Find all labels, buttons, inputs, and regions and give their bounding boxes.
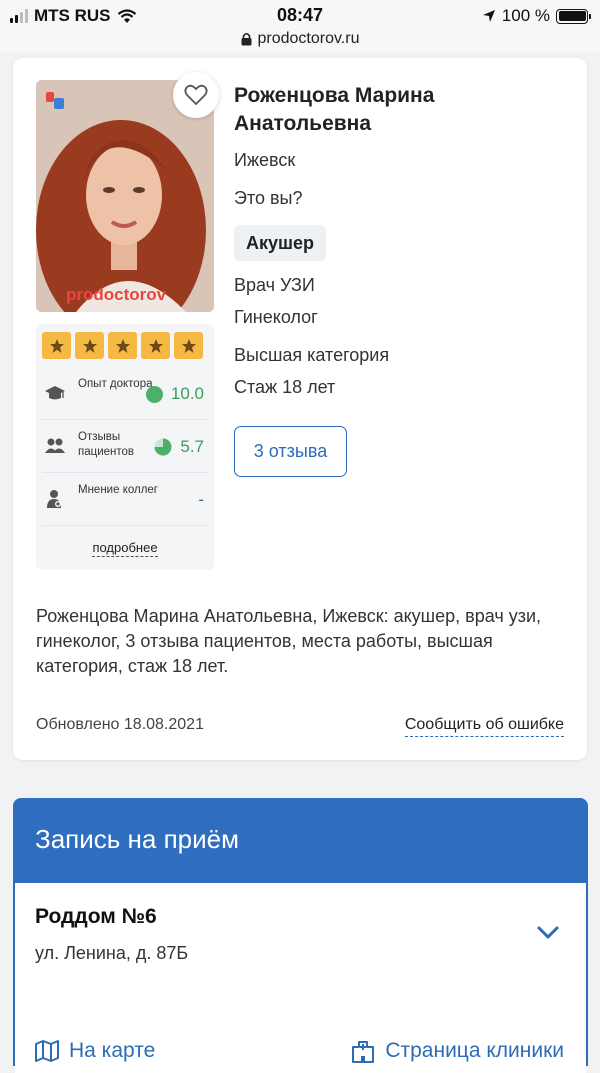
- more-details-link[interactable]: подробнее: [36, 540, 214, 557]
- chevron-down-icon[interactable]: [536, 925, 560, 941]
- hospital-icon: [352, 1041, 375, 1063]
- metric-value: 5.7: [154, 437, 204, 457]
- people-icon: [45, 438, 65, 453]
- report-error-link[interactable]: Сообщить об ошибке: [404, 716, 564, 737]
- star-icon: [108, 332, 137, 359]
- clinic-name: Роддом №6: [35, 905, 157, 928]
- experience-score: 10.0: [170, 384, 204, 403]
- star-icon: [42, 332, 71, 359]
- specialty-item[interactable]: Гинеколог: [234, 307, 318, 328]
- metric-label: Мнение коллег: [78, 484, 159, 496]
- url-text: prodoctorov.ru: [257, 30, 360, 47]
- metric-value: 10.0: [145, 384, 204, 404]
- pie-score-icon: [154, 438, 172, 456]
- status-right: 100 %: [482, 6, 591, 26]
- location-arrow-icon: [482, 10, 495, 22]
- doctor-icon: [47, 490, 61, 508]
- appointment-title: Запись на приём: [35, 824, 239, 854]
- star-icon: [75, 332, 104, 359]
- doctor-city: Ижевск: [234, 150, 296, 170]
- specialty-badge[interactable]: Акушер: [234, 225, 327, 261]
- rating-panel: Опыт доктора 10.0 Отзывы пациентов 5.7 М…: [36, 324, 214, 570]
- doctor-description: Роженцова Марина Анатольевна, Ижевск: ак…: [36, 606, 542, 676]
- updated-date: Обновлено 18.08.2021: [36, 716, 204, 733]
- metric-label: Отзывы пациентов: [78, 431, 135, 458]
- metric-value: -: [198, 490, 204, 510]
- metric-row-experience: Опыт доктора 10.0: [42, 367, 208, 420]
- map-link[interactable]: На карте: [35, 1039, 155, 1063]
- battery-percent: 100 %: [501, 6, 550, 25]
- reviews-score: 5.7: [180, 437, 204, 456]
- status-bar: MTS RUS 08:47 100 %: [0, 0, 600, 30]
- favorite-button[interactable]: [173, 72, 219, 118]
- star-rating: [42, 332, 203, 359]
- lock-icon: [241, 32, 251, 46]
- clinic-card[interactable]: Роддом №6 ул. Ленина, д. 87Б На карте Ст…: [15, 883, 586, 1073]
- appointment-section: Запись на приём Роддом №6 ул. Ленина, д.…: [13, 798, 588, 1073]
- heart-icon: [184, 84, 208, 106]
- doctor-name: Роженцова Марина Анатольевна: [234, 84, 435, 135]
- clinic-address: ул. Ленина, д. 87Б: [35, 943, 189, 963]
- star-icon: [174, 332, 203, 359]
- clinic-page-link-label: Страница клиники: [385, 1039, 564, 1062]
- photo-watermark: prodoctorov: [66, 285, 167, 304]
- is-it-you-link[interactable]: Это вы?: [234, 188, 303, 209]
- colleagues-score: -: [198, 490, 204, 509]
- metric-row-colleagues: Мнение коллег -: [42, 473, 208, 526]
- specialty-item[interactable]: Врач УЗИ: [234, 275, 315, 296]
- graduation-cap-icon: [45, 386, 65, 400]
- battery-icon: [556, 8, 591, 24]
- map-link-label: На карте: [69, 1039, 156, 1062]
- clinic-page-link[interactable]: Страница клиники: [351, 1039, 564, 1063]
- doctor-experience: Стаж 18 лет: [234, 377, 336, 397]
- more-details-text: подробнее: [92, 540, 158, 557]
- doctor-profile-card: prodoctorov Опыт доктора 10.0 Отзывы пац…: [13, 58, 587, 760]
- star-icon: [141, 332, 170, 359]
- score-indicator-icon: [145, 385, 163, 403]
- reviews-button[interactable]: 3 отзыва: [234, 426, 347, 477]
- metric-row-reviews: Отзывы пациентов 5.7: [42, 420, 208, 473]
- doctor-category: Высшая категория: [234, 345, 390, 365]
- address-bar[interactable]: prodoctorov.ru: [0, 30, 600, 52]
- map-icon: [35, 1040, 59, 1062]
